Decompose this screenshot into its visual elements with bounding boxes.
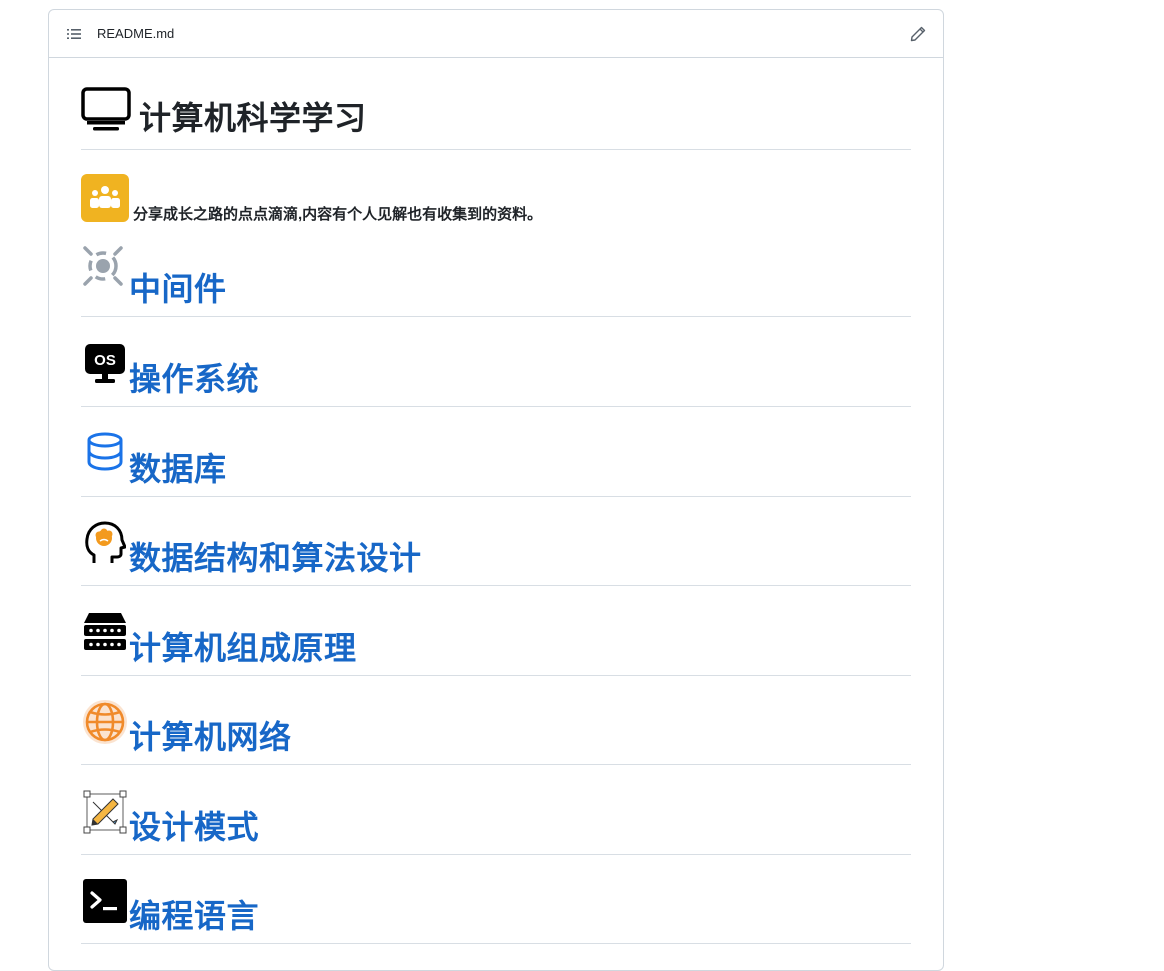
database-icon (87, 432, 123, 471)
section-link-database[interactable]: 数据库 (129, 444, 227, 490)
section-link-computer-network[interactable]: 计算机网络 (129, 712, 292, 758)
table-of-contents-icon[interactable] (65, 25, 83, 43)
pencil-icon (910, 26, 926, 41)
terminal-icon (83, 879, 127, 923)
edit-file-button[interactable] (907, 23, 929, 45)
section-link-design-patterns[interactable]: 设计模式 (129, 802, 259, 848)
monitor-icon (81, 87, 131, 131)
section-link-data-structures-algorithms[interactable]: 数据结构和算法设计 (129, 533, 422, 579)
design-pencil-icon (83, 790, 127, 834)
file-name: README.md (97, 26, 175, 41)
section-link-programming-languages[interactable]: 编程语言 (129, 891, 259, 937)
section-operating-system: OS 操作系统 (81, 326, 911, 407)
section-link-middleware[interactable]: 中间件 (129, 264, 227, 310)
section-link-operating-system[interactable]: 操作系统 (129, 354, 259, 400)
section-middleware: 中间件 (81, 236, 911, 317)
section-link-computer-organization[interactable]: 计算机组成原理 (129, 623, 357, 669)
section-computer-organization: 计算机组成原理 (81, 595, 911, 676)
page-title-row: 计算机科学学习 (81, 76, 911, 150)
server-rack-icon (84, 613, 126, 650)
intro-text: 分享成长之路的点点滴滴,内容有个人见解也有收集到的资料。 (133, 206, 543, 223)
section-database: 数据库 (81, 416, 911, 497)
section-computer-network: 计算机网络 (81, 684, 911, 765)
team-icon (81, 174, 129, 222)
os-icon: OS (85, 344, 125, 383)
readme-header: README.md (49, 10, 943, 58)
intro-row: 分享成长之路的点点滴滴,内容有个人见解也有收集到的资料。 (81, 174, 543, 223)
os-icon-label: OS (94, 352, 116, 369)
section-design-patterns: 设计模式 (81, 774, 911, 855)
middleware-icon (83, 246, 123, 286)
section-programming-languages: 编程语言 (81, 863, 911, 944)
brain-icon (85, 521, 126, 563)
readme-panel: README.md 计算机科学学习 分享成长之路的点点滴滴,内容有个人见解也有收… (48, 9, 944, 971)
globe-icon (83, 700, 127, 744)
section-data-structures-algorithms: 数据结构和算法设计 (81, 505, 911, 586)
page-title: 计算机科学学习 (139, 100, 367, 136)
